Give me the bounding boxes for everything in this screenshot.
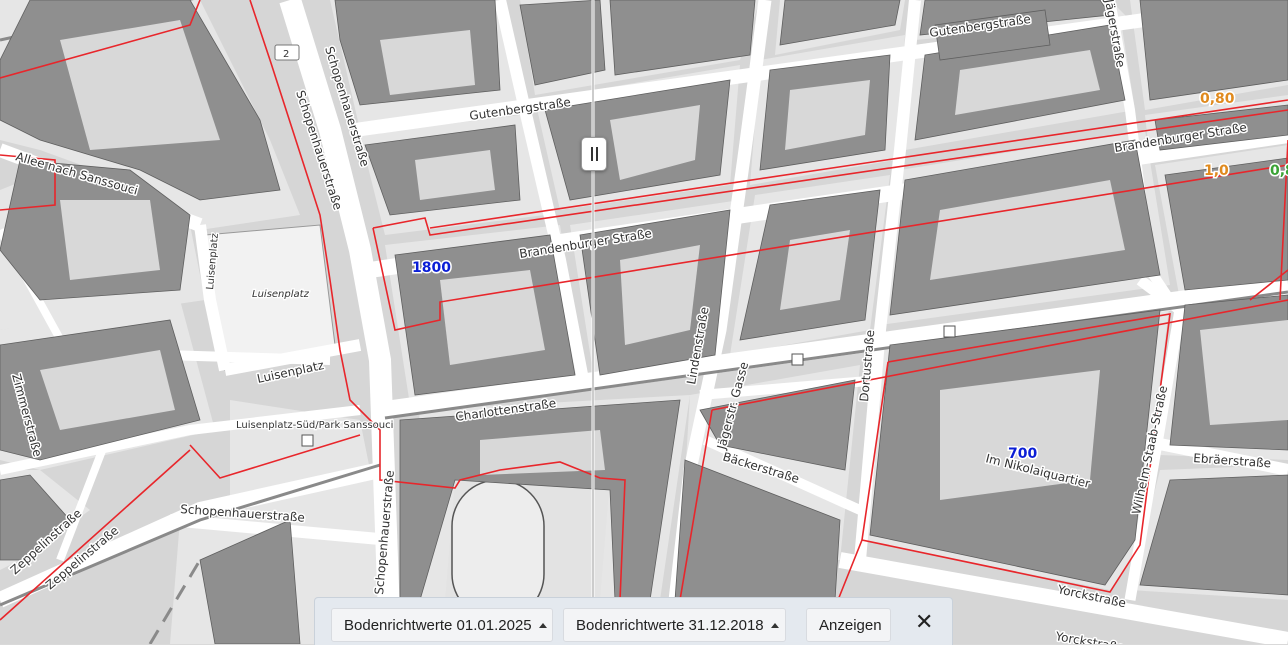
handle-grip-left [590, 147, 593, 161]
route-shield: 2 [274, 44, 300, 61]
value-10: 1,0 [1204, 163, 1229, 179]
compare-toolbar: Bodenrichtwerte 01.01.2025 Bodenrichtwer… [314, 597, 953, 645]
handle-grip-right [595, 147, 598, 161]
left-layer-label: Bodenrichtwerte 01.01.2025 [344, 616, 532, 634]
label-luisenplatz-area: Luisenplatz [252, 289, 310, 300]
show-button-label: Anzeigen [819, 616, 882, 634]
value-1800: 1800 [412, 260, 451, 276]
caret-up-icon [538, 622, 547, 628]
caret-up-icon [770, 622, 779, 628]
value-700: 700 [1008, 446, 1037, 462]
value-080: 0,80 [1200, 91, 1235, 107]
show-button[interactable]: Anzeigen [806, 608, 891, 642]
map-canvas[interactable]: Gutenbergstraße Gutenbergstraße Brandenb… [0, 0, 1288, 644]
value-0x: 0,8 [1270, 163, 1288, 179]
left-layer-select[interactable]: Bodenrichtwerte 01.01.2025 [331, 608, 553, 642]
right-layer-label: Bodenrichtwerte 31.12.2018 [576, 616, 764, 634]
right-layer-select[interactable]: Bodenrichtwerte 31.12.2018 [563, 608, 786, 642]
route-number: 2 [283, 49, 289, 60]
label-tram-stop: Luisenplatz-Süd/Park Sanssouci [236, 420, 393, 431]
swipe-handle[interactable] [581, 137, 607, 171]
close-icon[interactable]: ✕ [915, 612, 933, 634]
